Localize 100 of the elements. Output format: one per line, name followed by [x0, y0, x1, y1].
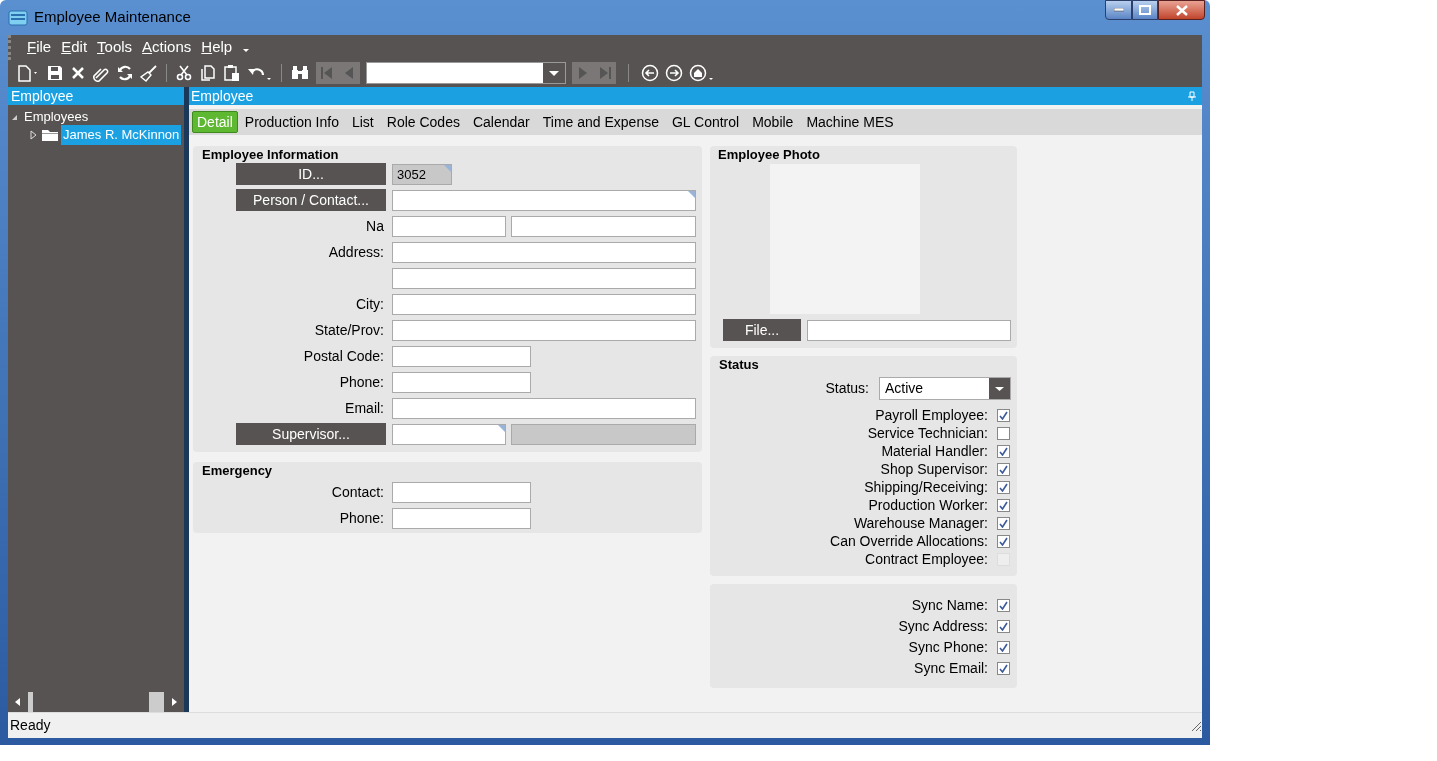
lookup-button[interactable]: Person / Contact...: [236, 189, 386, 211]
close-button[interactable]: [1158, 0, 1205, 20]
supervisor-id-field[interactable]: [392, 423, 506, 445]
home-icon[interactable]: [689, 64, 715, 82]
maximize-icon: [1139, 5, 1151, 15]
group-title: Employee Photo: [718, 147, 821, 162]
tab[interactable]: Production Info: [238, 111, 345, 133]
text-field[interactable]: [392, 371, 531, 393]
menu-item[interactable]: Tools: [97, 36, 133, 59]
checkbox[interactable]: [997, 534, 1010, 548]
paste-icon[interactable]: [223, 64, 241, 82]
field-label: Postal Code:: [303, 346, 385, 366]
checkbox-label: Production Worker:: [868, 495, 988, 515]
checkbox-label: Sync Email:: [914, 658, 988, 678]
tab[interactable]: Machine MES: [800, 111, 900, 133]
tab[interactable]: Calendar: [466, 111, 536, 133]
field-label: Contact:: [331, 482, 385, 502]
field-label: City:: [356, 294, 385, 314]
lookup-button[interactable]: Supervisor...: [236, 423, 386, 445]
last-name-field[interactable]: [511, 215, 696, 237]
checkbox-label: Shop Supervisor:: [880, 459, 988, 479]
scroll-left-icon[interactable]: [14, 697, 22, 707]
tree-item[interactable]: Employees: [22, 107, 91, 127]
record-combo-box[interactable]: [366, 62, 566, 84]
menu-item[interactable]: File: [27, 36, 52, 59]
text-field[interactable]: [392, 397, 696, 419]
horizontal-scrollbar[interactable]: [26, 692, 166, 712]
checkbox-label: Can Override Allocations:: [830, 531, 988, 551]
id-field[interactable]: 3052: [392, 163, 452, 185]
checkbox[interactable]: [997, 619, 1010, 633]
folder-icon: [41, 128, 59, 142]
status-dropdown[interactable]: Active: [879, 377, 1011, 400]
checkbox-label: Sync Name:: [911, 595, 988, 615]
checkbox[interactable]: [997, 498, 1010, 512]
text-field[interactable]: [392, 507, 531, 529]
refresh-icon[interactable]: [116, 64, 134, 82]
panel-header: Employee: [190, 86, 254, 106]
menu-item[interactable]: Edit: [61, 36, 88, 59]
lookup-button[interactable]: ID...: [236, 163, 386, 185]
resize-grip-icon[interactable]: [1190, 719, 1202, 732]
field-label: Status:: [825, 379, 869, 398]
field-label: Address:: [328, 242, 385, 262]
checkbox-label: Sync Address:: [898, 616, 988, 636]
collapsed-arrow-icon[interactable]: [28, 130, 38, 140]
text-field[interactable]: [392, 293, 696, 315]
broom-icon[interactable]: [140, 64, 158, 82]
tab[interactable]: Mobile: [746, 111, 800, 133]
delete-icon[interactable]: [70, 65, 86, 81]
field-label: Email:: [345, 398, 385, 418]
checkbox[interactable]: [997, 426, 1010, 440]
checkbox[interactable]: [997, 640, 1010, 654]
new-document-icon[interactable]: [16, 64, 40, 82]
checkbox[interactable]: [997, 408, 1010, 422]
checkbox[interactable]: [997, 598, 1010, 612]
file-button[interactable]: File...: [723, 319, 801, 341]
minimize-icon: [1113, 8, 1124, 12]
pin-icon[interactable]: [1188, 91, 1196, 101]
text-field[interactable]: [392, 267, 696, 289]
scroll-thumb[interactable]: [28, 692, 33, 712]
group-title: Emergency: [202, 463, 274, 478]
checkbox[interactable]: [997, 444, 1010, 458]
checkbox-label: Sync Phone:: [908, 637, 988, 657]
text-field[interactable]: [392, 481, 531, 503]
copy-icon[interactable]: [199, 64, 217, 82]
status-text: Ready: [10, 716, 51, 735]
first-name-field[interactable]: [392, 215, 506, 237]
app-icon: [8, 8, 28, 27]
text-field[interactable]: [392, 241, 696, 263]
file-path-field[interactable]: [807, 319, 1011, 341]
window-title: Employee Maintenance: [34, 7, 191, 28]
field-label: Phone:: [339, 372, 385, 392]
panel-header: Employee: [8, 87, 184, 105]
close-icon: [1175, 4, 1188, 16]
checkbox[interactable]: [997, 661, 1010, 675]
checkbox-label: Payroll Employee:: [875, 405, 988, 425]
binoculars-icon[interactable]: [290, 64, 310, 82]
text-field[interactable]: [392, 189, 696, 211]
tab[interactable]: Role Codes: [380, 111, 466, 133]
maximize-button[interactable]: [1132, 0, 1158, 20]
cut-icon[interactable]: [175, 64, 193, 82]
tab[interactable]: GL Control: [665, 111, 746, 133]
checkbox-label: Warehouse Manager:: [853, 513, 988, 533]
save-icon[interactable]: [46, 64, 64, 82]
checkbox[interactable]: [997, 516, 1010, 530]
checkbox-label: Service Technician:: [867, 423, 988, 443]
minimize-button[interactable]: [1105, 0, 1132, 20]
field-label: State/Prov:: [314, 320, 385, 340]
scroll-thumb[interactable]: [149, 692, 164, 712]
checkbox-label: Material Handler:: [881, 441, 988, 461]
group-title: Employee Information: [202, 147, 340, 162]
menu-item[interactable]: Actions: [142, 36, 192, 59]
checkbox-label: Shipping/Receiving:: [864, 477, 988, 497]
text-field[interactable]: [392, 319, 696, 341]
checkbox[interactable]: [997, 480, 1010, 494]
tab[interactable]: Time and Expense: [536, 111, 665, 133]
text-field[interactable]: [392, 345, 531, 367]
scroll-right-icon[interactable]: [170, 697, 178, 707]
checkbox[interactable]: [997, 462, 1010, 476]
menu-item[interactable]: Help: [201, 36, 233, 59]
tab[interactable]: List: [345, 111, 380, 133]
